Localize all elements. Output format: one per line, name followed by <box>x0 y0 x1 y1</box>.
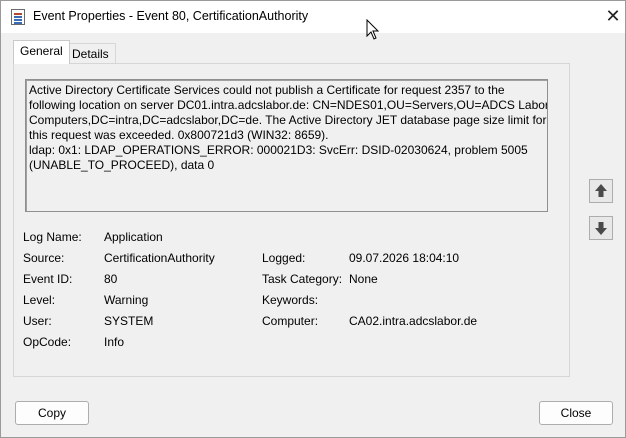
description-line: ldap: 0x1: LDAP_OPERATIONS_ERROR: 000021… <box>29 143 528 157</box>
opcode-value: Info <box>104 335 125 349</box>
event-id-label: Event ID: <box>23 272 73 286</box>
user-label: User: <box>23 314 52 328</box>
description-line: Computers,DC=intra,DC=adcslabor,DC=de. T… <box>29 113 547 127</box>
arrow-down-icon <box>595 222 607 235</box>
description-line: Active Directory Certificate Services co… <box>29 83 505 97</box>
task-category-value: None <box>349 272 378 286</box>
keywords-label: Keywords: <box>262 293 319 307</box>
description-line: following location on server DC01.intra.… <box>29 98 548 112</box>
next-event-button[interactable] <box>589 216 613 240</box>
event-viewer-icon <box>11 9 25 25</box>
logged-value: 09.07.2026 18:04:10 <box>349 251 460 265</box>
title-bar[interactable]: Event Properties - Event 80, Certificati… <box>1 1 625 33</box>
level-value: Warning <box>104 293 149 307</box>
event-id-value: 80 <box>104 272 118 286</box>
log-name-label: Log Name: <box>23 230 82 244</box>
user-value: SYSTEM <box>104 314 154 328</box>
description-line: (UNABLE_TO_PROCEED), data 0 <box>29 158 215 172</box>
logged-label: Logged: <box>262 251 306 265</box>
computer-label: Computer: <box>262 314 319 328</box>
previous-event-button[interactable] <box>589 179 613 203</box>
description-line: this request was exceeded. 0x800721d3 (W… <box>29 128 329 142</box>
arrow-up-icon <box>595 184 607 197</box>
computer-value: CA02.intra.adcslabor.de <box>349 314 478 328</box>
tab-general[interactable]: General <box>13 40 70 64</box>
source-label: Source: <box>23 251 65 265</box>
mouse-pointer-icon <box>366 19 380 40</box>
event-description[interactable]: Active Directory Certificate Services co… <box>25 79 548 212</box>
task-category-label: Task Category: <box>262 272 343 286</box>
copy-button[interactable]: Copy <box>15 401 89 425</box>
source-value: CertificationAuthority <box>104 251 215 265</box>
event-properties-window: Event Properties - Event 80, Certificati… <box>0 0 626 438</box>
level-label: Level: <box>23 293 56 307</box>
window-title: Event Properties - Event 80, Certificati… <box>33 9 309 23</box>
tab-details[interactable]: Details <box>65 43 116 63</box>
close-button[interactable]: Close <box>539 401 613 425</box>
close-window-button[interactable]: ✕ <box>603 6 623 26</box>
opcode-label: OpCode: <box>23 335 72 349</box>
log-name-value: Application <box>104 230 163 244</box>
